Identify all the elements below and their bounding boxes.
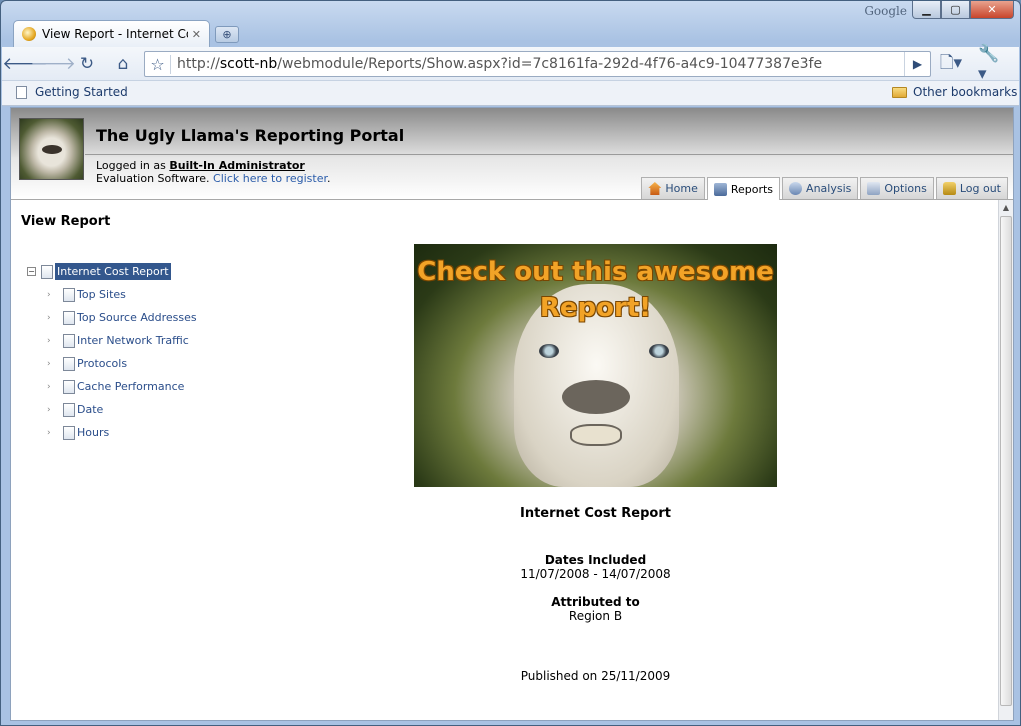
reload-button[interactable]: ↻	[74, 52, 100, 76]
report-banner-image: Check out this awesome Report!	[414, 244, 777, 487]
scrollbar-thumb[interactable]	[1000, 216, 1012, 706]
window-controls: ▁ ▢ ✕	[912, 1, 1014, 19]
url-text[interactable]: http://scott-nb/webmodule/Reports/Show.a…	[171, 56, 822, 72]
page-viewport: The Ugly Llama's Reporting Portal Logged…	[10, 107, 1014, 721]
dates-label: Dates Included	[544, 553, 647, 567]
tree-item-cache-performance[interactable]: › Cache Performance	[47, 375, 197, 398]
tree-item-top-source-addresses[interactable]: › Top Source Addresses	[47, 306, 197, 329]
home-icon	[648, 182, 662, 195]
tree-item-inter-network-traffic[interactable]: › Inter Network Traffic	[47, 329, 197, 352]
minimize-button[interactable]: ▁	[912, 1, 941, 19]
wrench-menu-icon[interactable]: 🔧▾	[978, 44, 1004, 84]
report-icon	[41, 264, 53, 279]
llama-avatar	[19, 118, 84, 180]
published-date: Published on 25/11/2009	[520, 669, 671, 683]
bookmark-getting-started[interactable]: Getting Started	[16, 85, 128, 99]
llama-mouth	[570, 424, 622, 446]
bookmarks-bar: Getting Started Other bookmarks	[2, 81, 1019, 106]
portal-header: The Ugly Llama's Reporting Portal Logged…	[11, 108, 1013, 200]
expand-icon[interactable]: ›	[47, 428, 60, 438]
tree-item-top-sites[interactable]: › Top Sites	[47, 283, 197, 306]
report-icon	[63, 310, 75, 325]
tree-item-label[interactable]: Protocols	[77, 357, 127, 370]
go-button[interactable]: ▶	[904, 52, 930, 76]
new-tab-button[interactable]: ⊕	[215, 26, 239, 43]
lock-icon	[942, 182, 956, 195]
page-icon	[16, 85, 27, 99]
vertical-scrollbar[interactable]: ▲	[998, 200, 1013, 720]
llama-nose	[562, 380, 630, 414]
attributed-label: Attributed to	[551, 595, 640, 609]
close-window-button[interactable]: ✕	[970, 1, 1014, 19]
browser-toolbar: 🡐 🡒 ↻ ⌂ ☆ http://scott-nb/webmodule/Repo…	[2, 44, 1019, 84]
tree-item-hours[interactable]: › Hours	[47, 421, 197, 444]
analysis-icon	[789, 182, 803, 195]
llama-eye	[649, 344, 669, 358]
tree-item-protocols[interactable]: › Protocols	[47, 352, 197, 375]
user-link[interactable]: Built-In Administrator	[169, 159, 304, 172]
report-icon	[63, 379, 75, 394]
close-tab-icon[interactable]: ✕	[192, 28, 201, 41]
login-status: Logged in as Built-In Administrator	[96, 159, 305, 172]
tree-root-label[interactable]: Internet Cost Report	[55, 263, 171, 280]
banner-caption: Check out this awesome Report!	[417, 257, 774, 323]
tree-item-label[interactable]: Top Sites	[77, 288, 126, 301]
tree-item-label[interactable]: Cache Performance	[77, 380, 184, 393]
dates-value: 11/07/2008 - 14/07/2008	[520, 567, 671, 581]
browser-tab[interactable]: View Report - Internet Co... ✕	[13, 20, 210, 47]
options-icon	[867, 182, 881, 195]
expand-icon[interactable]: ›	[47, 382, 60, 392]
evaluation-notice: Evaluation Software. Click here to regis…	[96, 172, 331, 185]
maximize-button[interactable]: ▢	[941, 1, 970, 19]
bookmark-other[interactable]: Other bookmarks	[892, 85, 1017, 99]
tab-reports[interactable]: Reports	[706, 177, 781, 200]
report-tree: − Internet Cost Report › Top Sites › Top S…	[27, 260, 197, 444]
address-bar[interactable]: ☆ http://scott-nb/webmodule/Reports/Show…	[144, 51, 931, 77]
portal-title: The Ugly Llama's Reporting Portal	[96, 126, 405, 145]
tree-item-label[interactable]: Top Source Addresses	[77, 311, 197, 324]
forward-button[interactable]: 🡒	[30, 52, 76, 76]
report-icon	[63, 402, 75, 417]
tree-root[interactable]: − Internet Cost Report	[27, 260, 197, 283]
page-title: View Report	[21, 214, 111, 229]
portal-nav-tabs: Home Reports Analysis Options Log out	[639, 177, 1008, 200]
tree-item-label[interactable]: Date	[77, 403, 103, 416]
expand-icon[interactable]: ›	[47, 336, 60, 346]
reports-icon	[713, 182, 727, 196]
tab-title: View Report - Internet Co...	[42, 27, 188, 41]
report-title: Internet Cost Report	[520, 506, 671, 521]
report-icon	[63, 356, 75, 371]
collapse-icon[interactable]: −	[27, 267, 36, 276]
report-icon	[63, 333, 75, 348]
browser-window: Google ▁ ▢ ✕ View Report - Internet Co..…	[0, 0, 1021, 726]
folder-icon	[892, 86, 907, 98]
tree-item-date[interactable]: › Date	[47, 398, 197, 421]
expand-icon[interactable]: ›	[47, 313, 60, 323]
page-menu-icon[interactable]: 🗋▾	[938, 52, 964, 76]
tree-item-label[interactable]: Hours	[77, 426, 109, 439]
tree-item-label[interactable]: Inter Network Traffic	[77, 334, 189, 347]
favicon-icon	[22, 27, 36, 41]
header-divider	[85, 154, 1013, 155]
expand-icon[interactable]: ›	[47, 290, 60, 300]
report-icon	[63, 287, 75, 302]
tab-home[interactable]: Home	[641, 177, 705, 199]
attributed-value: Region B	[568, 609, 623, 623]
expand-icon[interactable]: ›	[47, 405, 60, 415]
tab-analysis[interactable]: Analysis	[782, 177, 859, 199]
bookmark-star-icon[interactable]: ☆	[145, 54, 171, 74]
scroll-up-icon[interactable]: ▲	[999, 200, 1013, 215]
browser-brand: Google	[864, 4, 907, 18]
report-details: Internet Cost Report Dates Included 11/0…	[414, 506, 777, 683]
llama-eye	[539, 344, 559, 358]
tab-options[interactable]: Options	[860, 177, 934, 199]
home-button[interactable]: ⌂	[110, 52, 136, 76]
tab-logout[interactable]: Log out	[935, 177, 1008, 199]
expand-icon[interactable]: ›	[47, 359, 60, 369]
register-link[interactable]: Click here to register	[213, 172, 327, 185]
report-icon	[63, 425, 75, 440]
